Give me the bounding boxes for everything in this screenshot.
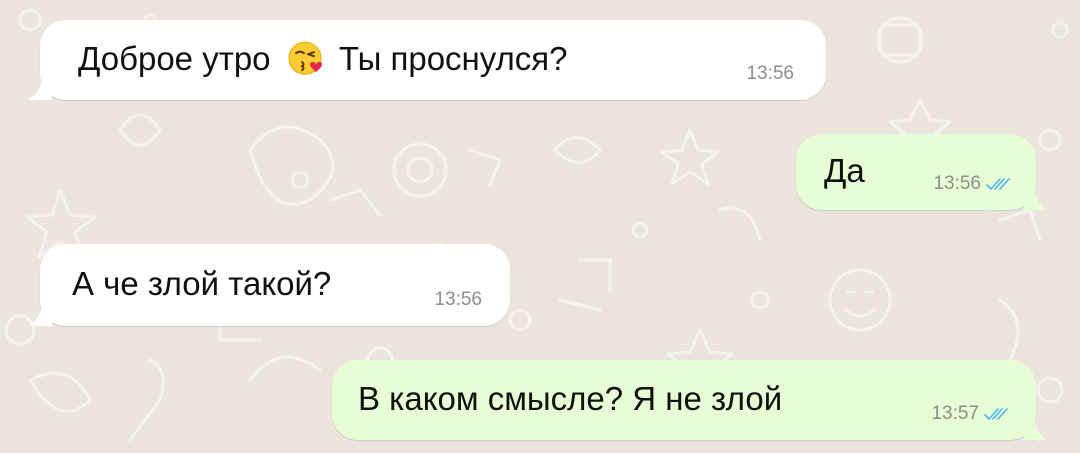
message-text: Доброе утро Ты проснулся? [78,39,568,79]
message-time: 13:56 [933,173,981,194]
read-double-check-icon [986,178,1010,191]
bubble-tail [1024,418,1048,440]
message-time: 13:56 [434,289,482,310]
message-bubble-incoming[interactable]: А че злой такой? 13:56 [28,244,510,326]
message-meta: 13:57 [931,404,1008,424]
message-meta: 13:56 [746,64,794,84]
message-text-part: Ты проснулся? [338,40,568,78]
message-time: 13:57 [931,403,979,424]
message-time: 13:56 [746,63,794,84]
message-text-part: Доброе утро [78,40,271,78]
message-meta: 13:56 [933,174,1010,194]
message-bubble-outgoing[interactable]: Да 13:56 [796,134,1048,210]
message-text: Да [824,152,865,190]
message-bubble-incoming[interactable]: Доброе утро Ты проснулся? 13:56 [28,20,826,100]
message-meta: 13:56 [434,290,482,310]
message-text: А че злой такой? [72,265,332,303]
bubble-tail [28,78,52,100]
bubble-tail [28,304,52,326]
bubble-tail [1024,188,1048,210]
message-text: В каком смысле? Я не злой [358,380,783,418]
read-double-check-icon [984,408,1008,421]
message-bubble-outgoing[interactable]: В каком смысле? Я не злой 13:57 [332,360,1048,440]
face-blowing-a-kiss-icon [288,41,322,75]
